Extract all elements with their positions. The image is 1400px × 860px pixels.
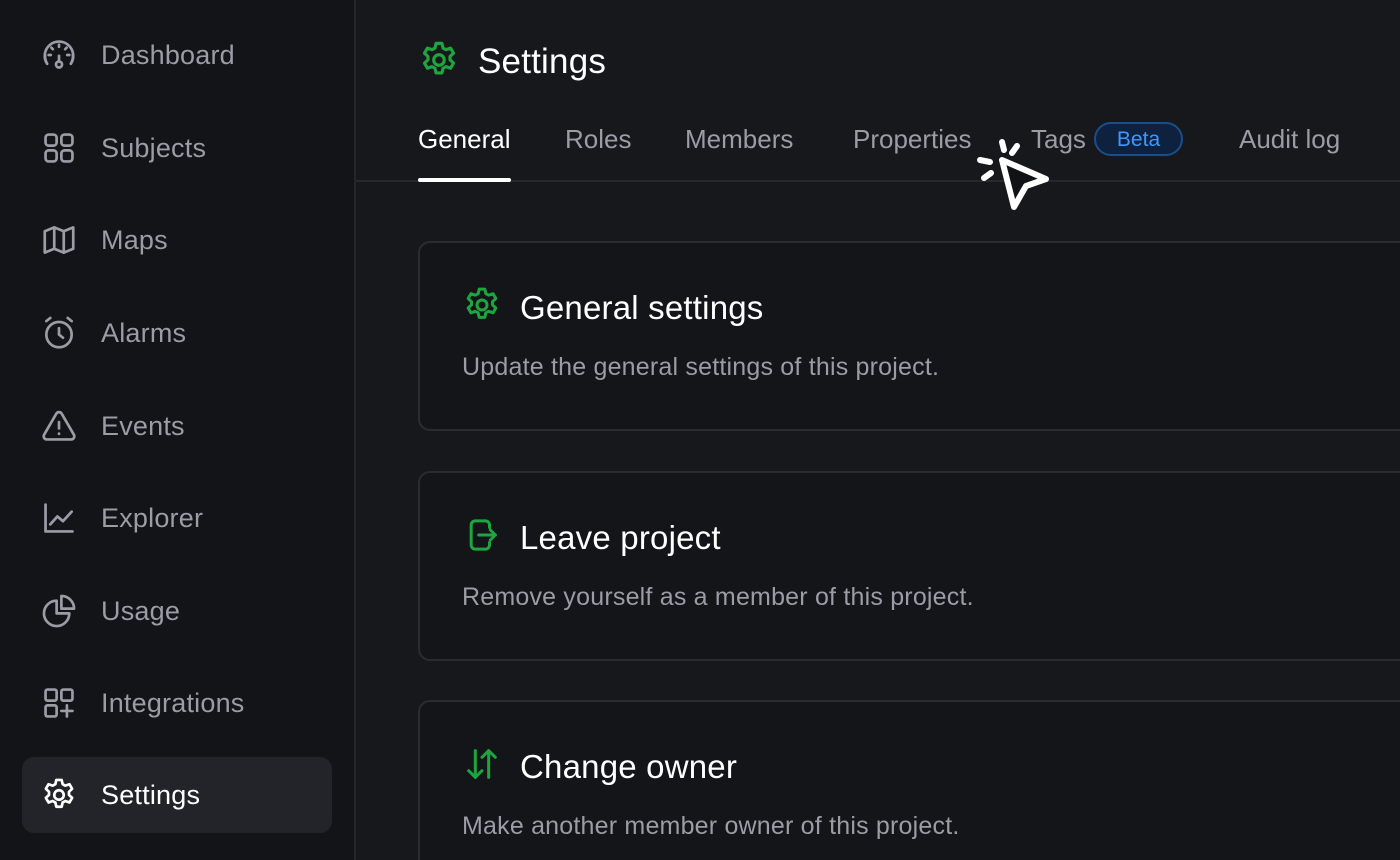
sidebar-item-maps[interactable]: Maps: [22, 202, 332, 278]
gear-icon: [418, 39, 460, 86]
add-apps-icon: [40, 684, 78, 722]
sidebar-item-alarms[interactable]: Alarms: [22, 295, 332, 371]
sidebar: Dashboard Subjects Maps Alarms Events Ex…: [0, 0, 356, 860]
warning-triangle-icon: [40, 407, 78, 445]
tab-members[interactable]: Members: [685, 108, 793, 180]
tab-tags-label: Tags: [1031, 124, 1086, 154]
grid-squares-icon: [40, 129, 78, 167]
sidebar-item-label: Usage: [101, 595, 181, 626]
line-chart-icon: [40, 499, 78, 537]
gear-icon: [40, 776, 78, 814]
card-title: Leave project: [520, 518, 721, 556]
tab-tags[interactable]: Tags Beta: [1031, 108, 1184, 180]
sidebar-item-label: Maps: [101, 224, 168, 255]
card-title: General settings: [520, 288, 764, 326]
sidebar-item-label: Dashboard: [101, 39, 235, 70]
sidebar-item-usage[interactable]: Usage: [22, 573, 332, 649]
general-settings-card[interactable]: General settings Update the general sett…: [418, 241, 1400, 431]
alarm-clock-icon: [40, 314, 78, 352]
page-title: Settings: [478, 42, 607, 81]
sidebar-item-integrations[interactable]: Integrations: [22, 665, 332, 741]
page-header: Settings: [418, 38, 606, 86]
map-icon: [40, 221, 78, 259]
card-description: Remove yourself as a member of this proj…: [462, 583, 974, 611]
tab-bar: General Roles Members Properties Tags Be…: [356, 108, 1400, 182]
tab-audit-log[interactable]: Audit log: [1239, 108, 1340, 180]
leave-project-card[interactable]: Leave project Remove yourself as a membe…: [418, 471, 1400, 661]
sidebar-item-label: Integrations: [101, 687, 245, 718]
change-owner-card[interactable]: Change owner Make another member owner o…: [418, 700, 1400, 860]
card-description: Make another member owner of this projec…: [462, 812, 960, 840]
sidebar-item-settings[interactable]: Settings: [22, 757, 332, 833]
beta-badge: Beta: [1093, 122, 1184, 156]
sidebar-item-label: Subjects: [101, 132, 207, 163]
sidebar-item-explorer[interactable]: Explorer: [22, 480, 332, 556]
tab-general[interactable]: General: [418, 108, 511, 182]
card-description: Update the general settings of this proj…: [462, 353, 940, 381]
app-window: Dashboard Subjects Maps Alarms Events Ex…: [0, 0, 1400, 860]
card-title: Change owner: [520, 747, 738, 785]
tab-roles[interactable]: Roles: [565, 108, 631, 180]
exit-door-icon: [462, 515, 502, 560]
dashboard-gauge-icon: [40, 36, 78, 74]
tab-properties[interactable]: Properties: [853, 108, 972, 180]
pie-chart-icon: [40, 592, 78, 630]
gear-icon: [462, 285, 502, 330]
sidebar-item-subjects[interactable]: Subjects: [22, 110, 332, 186]
sidebar-item-label: Events: [101, 410, 185, 441]
card-header: Change owner: [462, 744, 737, 789]
swap-arrows-icon: [462, 744, 502, 789]
sidebar-item-label: Alarms: [101, 317, 187, 348]
sidebar-item-dashboard[interactable]: Dashboard: [22, 17, 332, 93]
main-content: Settings General Roles Members Propertie…: [356, 0, 1400, 860]
sidebar-item-label: Settings: [101, 779, 201, 810]
card-header: Leave project: [462, 515, 721, 560]
sidebar-item-events[interactable]: Events: [22, 388, 332, 464]
card-header: General settings: [462, 285, 764, 330]
sidebar-item-label: Explorer: [101, 502, 204, 533]
